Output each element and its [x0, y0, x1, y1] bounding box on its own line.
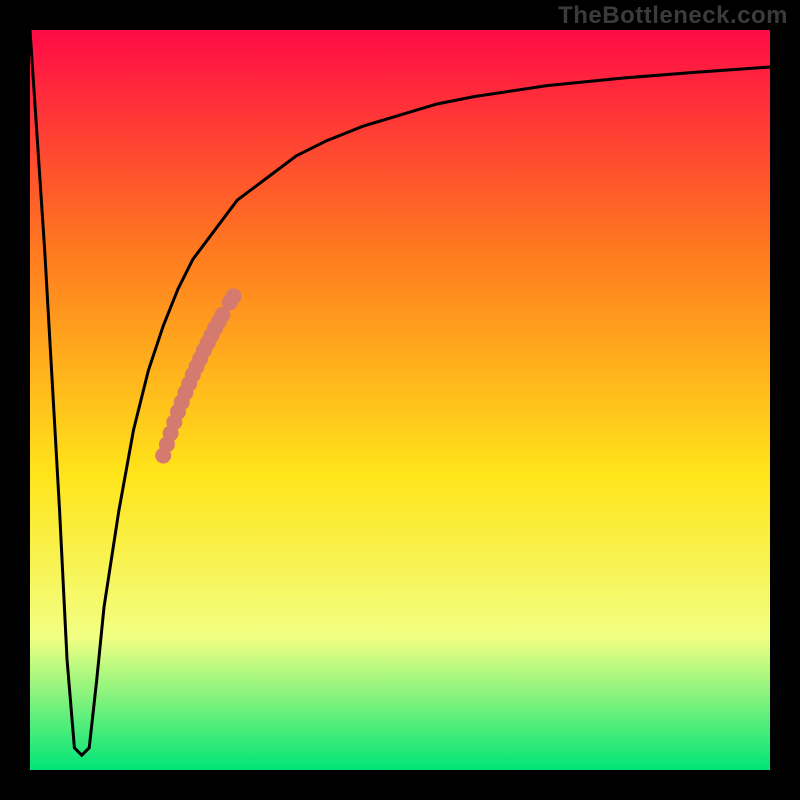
- chart-svg: [30, 30, 770, 770]
- chart-frame: TheBottleneck.com: [0, 0, 800, 800]
- highlight-dot: [226, 288, 242, 304]
- watermark-label: TheBottleneck.com: [558, 2, 788, 30]
- plot-area: [30, 30, 770, 770]
